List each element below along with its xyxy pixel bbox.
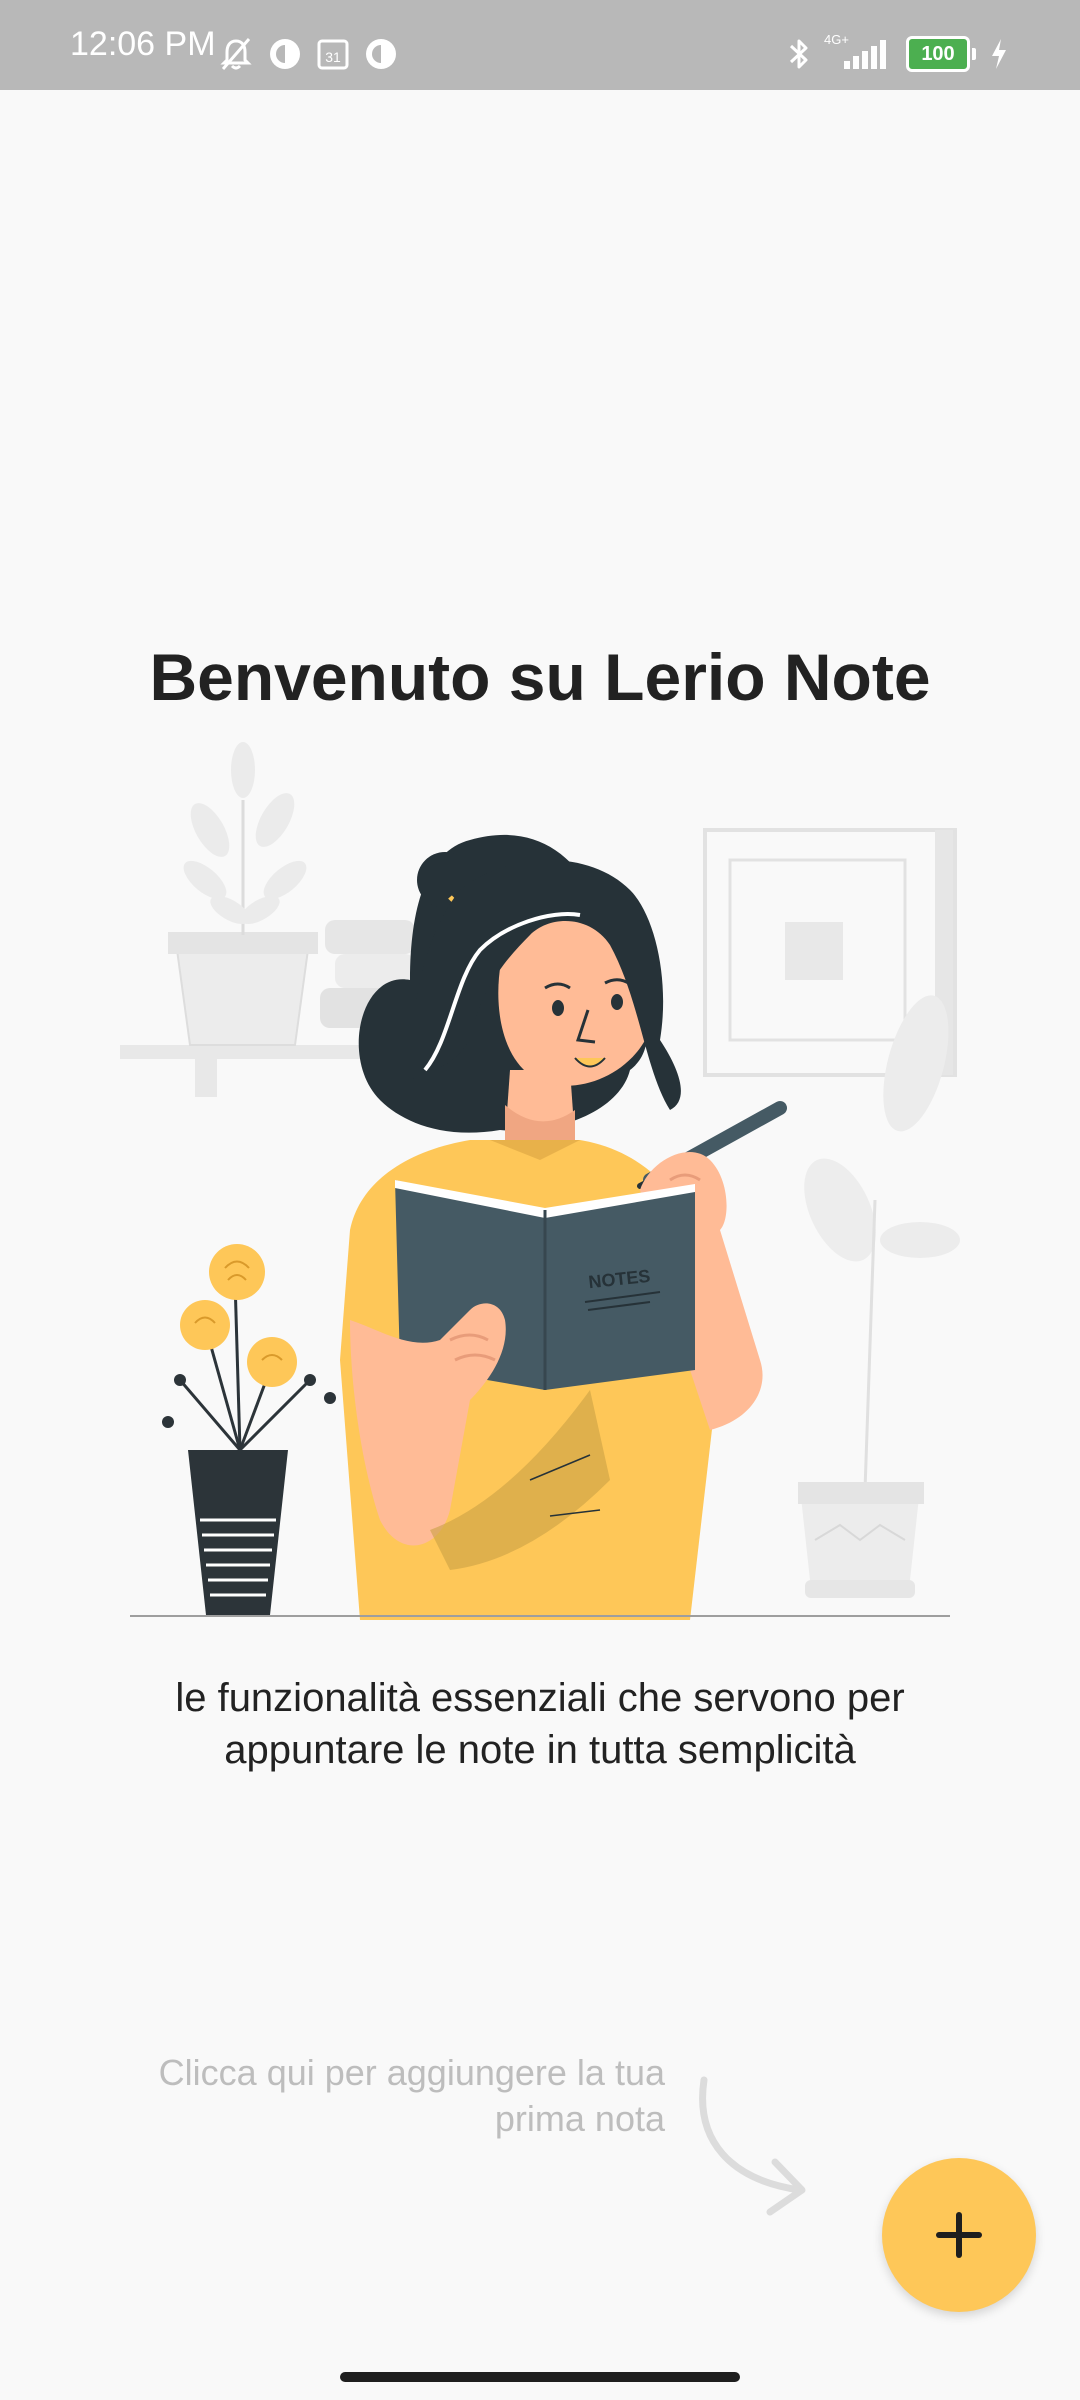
status-icons-left: 31 <box>218 36 398 72</box>
welcome-subtitle: le funzionalità essenziali che servono p… <box>175 1676 905 1772</box>
welcome-illustration: NOTES <box>120 742 960 1620</box>
right-plant-graphic <box>798 995 960 1598</box>
svg-text:31: 31 <box>325 49 341 65</box>
app-icon <box>270 39 300 69</box>
bluetooth-icon <box>789 39 808 69</box>
vase-flowers-graphic <box>162 1244 336 1615</box>
signal-icon: 4G+ <box>824 32 894 72</box>
add-note-hint: Clicca qui per aggiungere la tua prima n… <box>158 2052 665 2139</box>
status-icons-right: 4G+ 100 <box>786 32 1010 72</box>
charging-icon <box>992 39 1006 69</box>
status-time: 12:06 PM <box>70 25 216 63</box>
calendar-icon: 31 <box>317 39 349 70</box>
plus-icon <box>936 2212 982 2258</box>
status-bar: 12:06 PM 31 4G+ 100 <box>0 0 1080 90</box>
welcome-title: Benvenuto su Lerio Note <box>149 640 931 714</box>
bell-off-icon <box>220 38 252 70</box>
gesture-nav-bar[interactable] <box>340 2372 740 2382</box>
curved-arrow-icon <box>699 2076 806 2216</box>
battery-icon: 100 <box>906 36 976 72</box>
app-icon <box>366 39 396 69</box>
add-note-button[interactable] <box>882 2158 1036 2312</box>
